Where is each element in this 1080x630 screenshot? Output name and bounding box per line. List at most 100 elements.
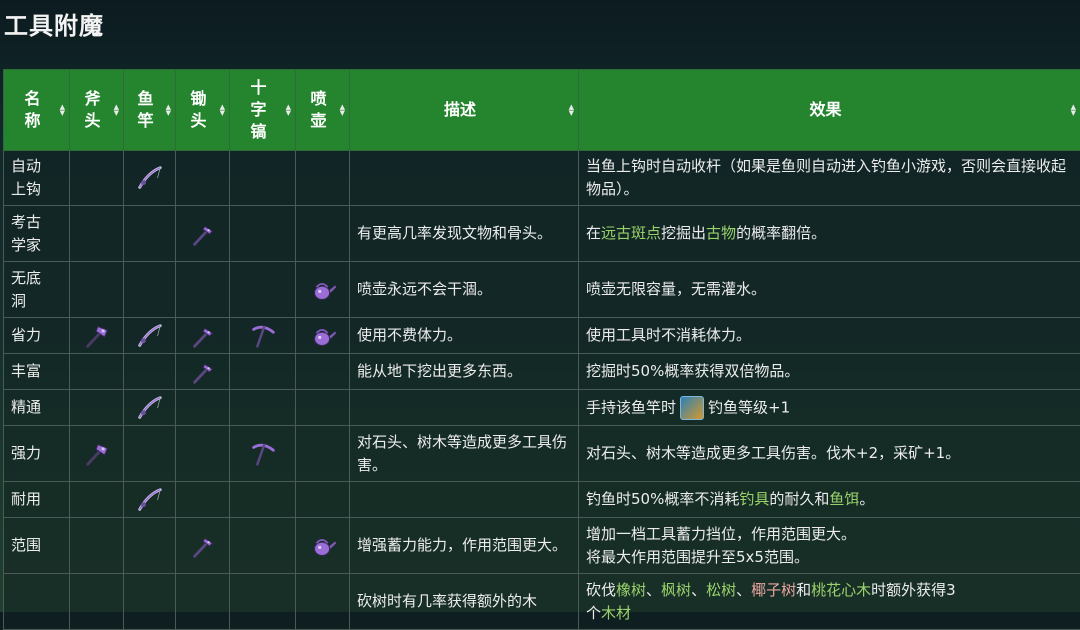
wiki-link[interactable]: 椰子树: [751, 581, 796, 599]
sort-icon: ▲▼: [220, 104, 225, 116]
cell-can: [296, 262, 350, 318]
cell-hoe: [176, 426, 230, 482]
cell-hoe: [176, 151, 230, 206]
cell-pickaxe: [230, 318, 296, 354]
wiki-link[interactable]: 橡树: [616, 581, 646, 599]
enchantment-description: 有更高几率发现文物和骨头。: [350, 206, 579, 262]
column-header-axe[interactable]: 斧头 ▲▼: [70, 70, 124, 151]
cell-pickaxe: [230, 390, 296, 426]
cell-rod: [124, 426, 176, 482]
fishing-rod-icon: [135, 321, 165, 351]
cell-hoe: [176, 482, 230, 518]
column-header-hoe[interactable]: 锄头▲▼: [176, 70, 230, 151]
hoe-icon: [188, 531, 218, 561]
enchantment-description: [350, 482, 579, 518]
enchantment-name: 无底洞: [4, 262, 70, 318]
enchantment-name: 范围: [4, 518, 70, 574]
cell-pickaxe: [230, 574, 296, 630]
cell-pickaxe: [230, 482, 296, 518]
table-row: 考古学家 有更高几率发现文物和骨头。在远古斑点挖掘出古物的概率翻倍。: [4, 206, 1080, 262]
watering-can-icon: [308, 321, 338, 351]
cell-hoe: [176, 262, 230, 318]
sort-icon: ▲▼: [60, 104, 65, 116]
table-row: 省力使用不费体力。使用工具时不消耗体力。: [4, 318, 1080, 354]
header-label: 斧头: [84, 89, 100, 130]
watering-can-icon: [308, 531, 338, 561]
cell-axe: [70, 262, 124, 318]
cell-rod: [124, 262, 176, 318]
enchantment-description: 能从地下挖出更多东西。: [350, 354, 579, 390]
column-header-rod[interactable]: 鱼竿▲▼: [124, 70, 176, 151]
enchantment-description: 使用不费体力。: [350, 318, 579, 354]
table-body: 自动上钩当鱼上钩时自动收杆（如果是鱼则自动进入钓鱼小游戏，否则会直接收起物品）。…: [4, 151, 1080, 630]
cell-axe: [70, 390, 124, 426]
effect-text: 对石头、树木等造成更多工具伤害。伐木+2，采矿+1。: [586, 444, 960, 462]
column-header-description[interactable]: 描述▲▼: [350, 70, 579, 151]
pickaxe-icon: [248, 439, 278, 469]
cell-rod: [124, 354, 176, 390]
wiki-link[interactable]: 枫树: [661, 581, 691, 599]
enchantment-name: 强力: [4, 426, 70, 482]
header-label: 效果: [809, 100, 841, 119]
wiki-link[interactable]: 木材: [601, 604, 631, 622]
header-label: 十字镐: [250, 78, 266, 141]
wiki-link[interactable]: 桃花心木: [811, 581, 871, 599]
enchantment-name: 考古学家: [4, 206, 70, 262]
wiki-link[interactable]: 鱼饵: [829, 490, 859, 508]
wiki-link[interactable]: 远古斑点: [601, 224, 661, 242]
column-header-watering-can[interactable]: 喷壶▲▼: [296, 70, 350, 151]
cell-hoe: [176, 354, 230, 390]
table-row: 精通手持该鱼竿时钓鱼等级+1: [4, 390, 1080, 426]
effect-text: 增加一档工具蓄力挡位，作用范围更大。将最大作用范围提升至5x5范围。: [586, 525, 856, 566]
fishing-skill-icon: [680, 396, 704, 420]
sort-icon: ▲▼: [114, 104, 119, 116]
enchantment-description: 喷壶永远不会干涸。: [350, 262, 579, 318]
column-header-name[interactable]: 名称 ▲▼: [4, 70, 70, 151]
enchantment-name: 自动上钩: [4, 151, 70, 206]
enchantment-effect: 砍伐橡树、枫树、松树、椰子树和桃花心木时额外获得3个木材: [579, 574, 1080, 630]
column-header-pickaxe[interactable]: 十字镐▲▼: [230, 70, 296, 151]
enchantment-effect: 在远古斑点挖掘出古物的概率翻倍。: [579, 206, 1080, 262]
header-label: 描述: [444, 100, 476, 119]
cell-hoe: [176, 574, 230, 630]
cell-can: [296, 206, 350, 262]
cell-axe: [70, 318, 124, 354]
effect-text: 。: [859, 490, 874, 508]
wiki-link[interactable]: 古物: [706, 224, 736, 242]
cell-pickaxe: [230, 518, 296, 574]
enchantment-description: 增强蓄力能力，作用范围更大。: [350, 518, 579, 574]
table-header-row: 名称▲▼ 斧头▲▼ 鱼竿▲▼ 锄头▲▼ 十字镐▲▼ 喷壶▲▼ 描述▲▼ 效果▲▼: [4, 70, 1080, 151]
cell-axe: [70, 574, 124, 630]
column-header-effect[interactable]: 效果▲▼: [579, 70, 1080, 151]
table-row: 强力对石头、树木等造成更多工具伤害。对石头、树木等造成更多工具伤害。伐木+2，采…: [4, 426, 1080, 482]
enchantment-description: [350, 390, 579, 426]
effect-text: 的耐久和: [769, 490, 829, 508]
hoe-icon: [188, 357, 218, 387]
table-row: 丰富 能从地下挖出更多东西。挖掘时50%概率获得双倍物品。: [4, 354, 1080, 390]
cell-axe: [70, 518, 124, 574]
effect-text: 和: [796, 581, 811, 599]
enchantment-effect: 挖掘时50%概率获得双倍物品。: [579, 354, 1080, 390]
cell-pickaxe: [230, 354, 296, 390]
cell-hoe: [176, 318, 230, 354]
enchantment-name: 丰富: [4, 354, 70, 390]
table-row: 无底洞喷壶永远不会干涸。喷壶无限容量，无需灌水。: [4, 262, 1080, 318]
cell-pickaxe: [230, 151, 296, 206]
cell-rod: [124, 482, 176, 518]
wiki-link[interactable]: 松树: [706, 581, 736, 599]
header-label: 名称: [24, 89, 40, 130]
cell-can: [296, 354, 350, 390]
effect-text: 使用工具时不消耗体力。: [586, 326, 751, 344]
cell-rod: [124, 151, 176, 206]
wiki-link[interactable]: 钓具: [739, 490, 769, 508]
effect-text: 的概率翻倍。: [736, 224, 826, 242]
table-row: 砍树时有几率获得额外的木砍伐橡树、枫树、松树、椰子树和桃花心木时额外获得3个木材: [4, 574, 1080, 630]
page-title: 工具附魔: [4, 6, 104, 41]
effect-text: 挖掘出: [661, 224, 706, 242]
cell-can: [296, 151, 350, 206]
effect-text: 、: [646, 581, 661, 599]
sort-icon: ▲▼: [166, 104, 171, 116]
enchantment-effect: 手持该鱼竿时钓鱼等级+1: [579, 390, 1080, 426]
cell-can: [296, 390, 350, 426]
effect-text: 挖掘时50%概率获得双倍物品。: [586, 362, 799, 380]
